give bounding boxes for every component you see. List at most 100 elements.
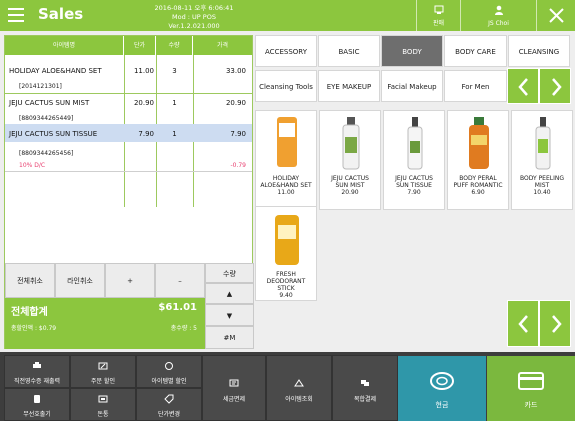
product-image <box>469 117 489 169</box>
toolbar-label: 돈통 <box>97 411 109 418</box>
product-prev-button[interactable] <box>507 300 539 347</box>
minus-button[interactable]: – <box>155 263 205 298</box>
row-divider <box>5 93 252 94</box>
item-discount-icon <box>165 362 173 370</box>
chevron-left-icon <box>518 78 528 96</box>
row-item-name[interactable]: JEJU CACTUS SUN MIST <box>9 99 89 107</box>
category-eye-makeup[interactable]: EYE MAKEUP <box>318 70 380 102</box>
discount-icon <box>98 362 108 370</box>
product-image <box>275 215 299 265</box>
product-image <box>342 117 360 170</box>
row-unit-price: 20.90 <box>133 99 154 107</box>
user-icon <box>494 5 503 15</box>
row-qty: 1 <box>172 130 177 138</box>
category-cleansing[interactable]: CLEANSING <box>508 35 570 67</box>
pager-button[interactable]: 무선호출기 <box>4 388 70 421</box>
up-button[interactable]: ▲ <box>205 283 254 304</box>
cancel-all-button[interactable]: 전체취소 <box>5 263 55 298</box>
row-item-name[interactable]: HOLIDAY ALOE&HAND SET <box>9 67 102 75</box>
product-card[interactable]: JEJU CACTUS SUN TISSUE 7.90 <box>383 110 445 210</box>
toolbar-label: 복합결제 <box>353 396 377 403</box>
cash-drawer-button[interactable]: 돈통 <box>70 388 136 421</box>
product-image <box>535 117 551 170</box>
product-next-button[interactable] <box>539 300 571 347</box>
row-item-name[interactable]: JEJU CACTUS SUN TISSUE <box>9 130 97 138</box>
product-name: JEJU CACTUS SUN MIST 20.90 <box>331 175 369 196</box>
item-lookup-button[interactable]: 아이템조회 <box>266 355 332 421</box>
row-code: [2014121301] <box>19 83 62 90</box>
row-unit-price: 11.00 <box>133 67 154 75</box>
toolbar-label: 주문 할인 <box>91 378 115 385</box>
row-code: [8809344265449] <box>19 115 74 122</box>
cancel-line-button[interactable]: 라인취소 <box>55 263 105 298</box>
total-label: 전체합계 <box>11 307 48 318</box>
category-cleansing-tools[interactable]: Cleansing Tools <box>255 70 317 102</box>
register-button[interactable]: 판매 <box>416 0 460 31</box>
user-label: JS Choi <box>488 20 509 27</box>
cash-payment-button[interactable]: 현금 <box>398 356 486 421</box>
change-price-button[interactable]: 단가변경 <box>136 388 202 421</box>
discount-label: 10% D/C <box>19 162 46 169</box>
toolbar-label: 세금면제 <box>222 396 246 403</box>
page-title: Sales <box>38 5 84 23</box>
product-name: JEJU CACTUS SUN TISSUE 7.90 <box>395 175 433 196</box>
row-qty: 1 <box>172 99 177 107</box>
toolbar-label: 단가변경 <box>157 411 181 418</box>
card-label: 카드 <box>524 401 538 409</box>
tax-exempt-button[interactable]: 세금면제 <box>202 355 266 421</box>
hash-m-button[interactable]: #M <box>205 326 254 349</box>
item-discount-button[interactable]: 아이템별 할인 <box>136 355 202 388</box>
category-basic[interactable]: BASIC <box>318 35 380 67</box>
row-divider <box>5 171 252 172</box>
close-button[interactable] <box>536 0 575 31</box>
order-discount-button[interactable]: 주문 할인 <box>70 355 136 388</box>
tax-exempt-icon <box>229 379 239 387</box>
col-unit-price: 단가 <box>124 36 156 55</box>
row-unit-price: 7.90 <box>138 130 154 138</box>
row-price: 33.00 <box>225 67 246 75</box>
version-text: Mod : UP POS Ver.1.2.021.000 <box>168 13 220 30</box>
category-accessory[interactable]: ACCESSORY <box>255 35 317 67</box>
card-payment-button[interactable]: 카드 <box>487 356 575 421</box>
qty-button[interactable]: 수량 <box>205 263 254 283</box>
product-name: HOLIDAY ALOE&HAND SET 11.00 <box>260 175 312 196</box>
category-prev-button[interactable] <box>507 68 539 104</box>
toolbar-label: 아이템조회 <box>285 396 313 403</box>
product-card[interactable]: HOLIDAY ALOE&HAND SET 11.00 <box>255 110 317 210</box>
total-discount: 총할인액 : $0.79 <box>11 325 57 332</box>
product-card[interactable]: BODY PERAL PUFF ROMANTIC 6.90 <box>447 110 509 210</box>
category-body-care[interactable]: BODY CARE <box>444 35 507 67</box>
product-image <box>277 117 297 167</box>
product-image <box>407 117 423 170</box>
row-price: 7.90 <box>230 130 246 138</box>
toolbar-label: 아이템별 할인 <box>151 378 187 385</box>
down-button[interactable]: ▼ <box>205 304 254 326</box>
row-qty: 3 <box>172 67 177 75</box>
split-payment-button[interactable]: 복합결제 <box>332 355 398 421</box>
reprint-receipt-button[interactable]: 직전영수증 재출력 <box>4 355 70 388</box>
date-text: 2016-08-11 오후 6:06:41 <box>154 4 234 12</box>
plus-button[interactable]: + <box>105 263 155 298</box>
product-card[interactable]: FRESH DEODORANT STICK 9.40 <box>255 206 317 301</box>
cash-icon <box>430 372 454 390</box>
chevron-left-icon <box>518 315 528 333</box>
total-amount: $61.01 <box>158 302 197 313</box>
category-facial-makeup[interactable]: Facial Makeup <box>381 70 443 102</box>
chevron-right-icon <box>552 315 562 333</box>
col-price: 가격 <box>193 36 252 55</box>
category-next-button[interactable] <box>539 68 571 104</box>
header-bar: Sales 2016-08-11 오후 6:06:41 Mod : UP POS… <box>0 0 575 31</box>
user-button[interactable]: JS Choi <box>460 0 536 31</box>
product-card[interactable]: BODY PEELING MIST 10.40 <box>511 110 573 210</box>
product-card[interactable]: JEJU CACTUS SUN MIST 20.90 <box>319 110 381 210</box>
toolbar-label: 무선호출기 <box>23 411 51 418</box>
total-box: 전체합계 $61.01 총할인액 : $0.79 총수량 : 5 <box>5 298 205 349</box>
split-payment-icon <box>361 380 369 386</box>
cart-panel: 아이템명 단가 수량 가격 HOLIDAY ALOE&HAND SET 11.0… <box>4 35 254 349</box>
category-body[interactable]: BODY <box>381 35 443 67</box>
card-icon <box>518 372 544 390</box>
menu-icon[interactable] <box>8 8 24 22</box>
datetime-info: 2016-08-11 오후 6:06:41 Mod : UP POS Ver.1… <box>148 4 240 31</box>
register-label: 판매 <box>432 20 445 27</box>
category-for-men[interactable]: For Men <box>444 70 507 102</box>
